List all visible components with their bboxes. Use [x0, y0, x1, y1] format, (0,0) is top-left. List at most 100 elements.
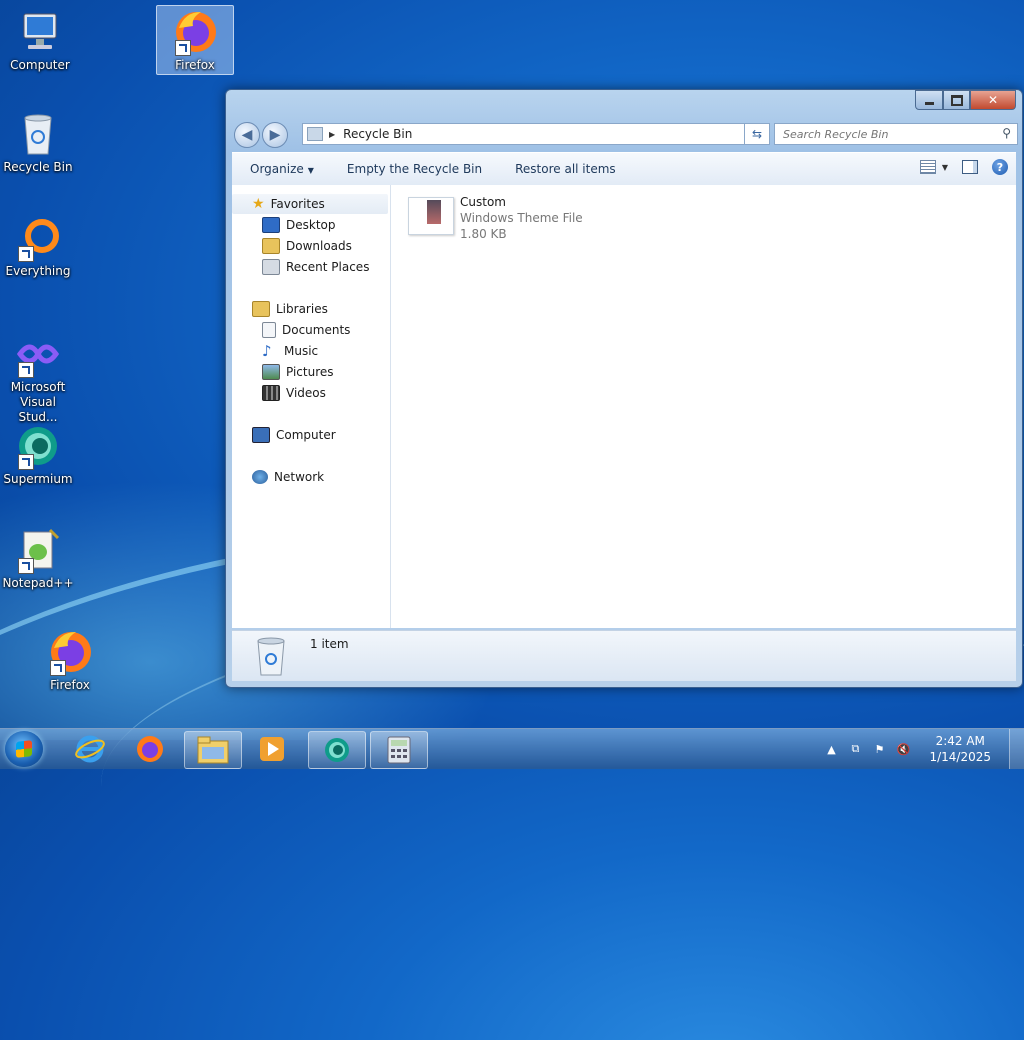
help-button[interactable]: ?	[992, 159, 1008, 175]
item-count: 1 item	[310, 637, 349, 651]
firefox-icon	[137, 736, 163, 762]
desktop-icon-label: Firefox	[175, 58, 215, 72]
desktop-icon-firefox-bottom[interactable]: Firefox	[32, 628, 108, 693]
search-input[interactable]	[781, 126, 995, 142]
recycle-bin-small-icon	[307, 127, 323, 141]
shortcut-arrow-icon	[18, 454, 34, 470]
desktop-icon-supermium[interactable]: Supermium	[0, 422, 76, 487]
taskbar-calculator[interactable]	[370, 731, 428, 769]
libraries-icon	[252, 301, 270, 317]
computer-icon	[16, 8, 64, 56]
music-icon: ♪	[262, 342, 272, 360]
firefox-icon	[46, 628, 94, 676]
supermium-icon	[325, 738, 349, 762]
organize-label: Organize	[250, 162, 304, 176]
notepadpp-icon	[14, 526, 62, 574]
explorer-window[interactable]: ✕ ◀ ▶ ▶ Recycle Bin ▼ ⇆ ⚲ Organize▼ Empt…	[225, 89, 1023, 688]
desktop-icon-everything[interactable]: Everything	[0, 214, 76, 279]
desktop-icon-label: Everything	[5, 264, 71, 278]
network-icon	[252, 470, 268, 484]
nav-recent-places-label: Recent Places	[286, 260, 370, 274]
desktop-icon-firefox-top[interactable]: Firefox	[156, 5, 234, 75]
close-button[interactable]: ✕	[970, 90, 1016, 110]
file-size: 1.80 KB	[460, 227, 507, 241]
search-icon[interactable]: ⚲	[1002, 126, 1011, 140]
desktop-icon-label: Supermium	[3, 472, 73, 486]
taskbar-explorer[interactable]	[184, 731, 242, 769]
nav-pictures-label: Pictures	[286, 365, 334, 379]
taskbar-supermium[interactable]	[308, 731, 366, 769]
nav-downloads[interactable]: Downloads	[262, 236, 352, 256]
firefox-icon	[171, 8, 219, 56]
nav-network-label: Network	[274, 470, 325, 484]
nav-documents[interactable]: Documents	[262, 320, 350, 340]
desktop-icon-visual-studio[interactable]: Microsoft Visual Stud...	[0, 330, 76, 425]
nav-computer[interactable]: Computer	[252, 425, 336, 445]
nav-pictures[interactable]: Pictures	[262, 362, 334, 382]
close-icon: ✕	[987, 93, 999, 107]
shortcut-arrow-icon	[175, 40, 191, 56]
taskbar: ▲ ⧉ ⚑ 🔇 2:42 AM 1/14/2025	[0, 728, 1024, 769]
nav-libraries[interactable]: Libraries	[252, 299, 328, 319]
desktop-folder-icon	[262, 217, 280, 233]
nav-music[interactable]: ♪ Music	[262, 341, 318, 361]
taskbar-internet-explorer[interactable]	[62, 731, 118, 767]
taskbar-firefox[interactable]	[122, 731, 178, 767]
breadcrumb-recycle-bin[interactable]: Recycle Bin	[343, 127, 412, 141]
chevron-down-icon: ▼	[307, 166, 314, 175]
start-button[interactable]	[5, 731, 43, 767]
star-icon: ★	[252, 196, 265, 212]
recent-places-icon	[262, 259, 280, 275]
folder-icon	[197, 736, 229, 764]
show-hidden-icons-icon[interactable]: ▲	[824, 742, 838, 756]
back-button[interactable]: ◀	[234, 122, 260, 148]
maximize-icon	[950, 94, 963, 106]
file-name: Custom	[460, 195, 506, 209]
nav-favorites[interactable]: ★ Favorites	[232, 194, 388, 214]
nav-network[interactable]: Network	[252, 467, 324, 487]
search-box[interactable]: ⚲	[774, 123, 1018, 145]
shortcut-arrow-icon	[18, 246, 34, 262]
nav-desktop[interactable]: Desktop	[262, 215, 336, 235]
desktop-icon-label: Recycle Bin	[3, 160, 73, 174]
maximize-button[interactable]	[943, 90, 970, 110]
pictures-icon	[262, 364, 280, 380]
calculator-icon	[387, 736, 411, 764]
computer-small-icon	[252, 427, 270, 443]
details-pane: 1 item	[232, 630, 1016, 681]
nav-documents-label: Documents	[282, 323, 351, 337]
minimize-button[interactable]	[915, 90, 943, 110]
show-desktop-button[interactable]	[1009, 729, 1024, 769]
organize-button[interactable]: Organize ▼	[232, 162, 329, 176]
restore-all-items-button[interactable]: Restore all items	[497, 162, 631, 176]
nav-desktop-label: Desktop	[286, 218, 336, 232]
media-player-icon	[260, 737, 284, 761]
breadcrumb-separator-icon[interactable]: ▶	[329, 130, 335, 139]
desktop-icon-notepadpp[interactable]: Notepad++	[0, 526, 76, 591]
window-controls: ✕	[915, 90, 1016, 110]
network-tray-icon[interactable]: ⧉	[848, 742, 862, 756]
shortcut-arrow-icon	[18, 362, 34, 378]
nav-libraries-label: Libraries	[276, 302, 328, 316]
refresh-icon: ⇆	[751, 127, 763, 141]
desktop-icon-label: Microsoft Visual Stud...	[10, 380, 66, 424]
nav-recent-places[interactable]: Recent Places	[262, 257, 369, 277]
forward-button[interactable]: ▶	[262, 122, 288, 148]
volume-muted-icon[interactable]: 🔇	[896, 742, 911, 756]
taskbar-media-player[interactable]	[244, 731, 300, 767]
forward-arrow-icon: ▶	[269, 127, 281, 143]
nav-videos-label: Videos	[286, 386, 326, 400]
desktop-icon-computer[interactable]: Computer	[2, 8, 78, 73]
nav-videos[interactable]: Videos	[262, 383, 326, 403]
preview-pane-button[interactable]	[962, 160, 978, 174]
address-bar[interactable]: ▶ Recycle Bin ▼	[302, 123, 768, 145]
empty-recycle-bin-button[interactable]: Empty the Recycle Bin	[329, 162, 497, 176]
action-center-flag-icon[interactable]: ⚑	[872, 742, 886, 756]
view-icon	[919, 160, 936, 174]
clock[interactable]: 2:42 AM 1/14/2025	[929, 733, 991, 765]
desktop-icon-recycle-bin[interactable]: Recycle Bin	[0, 110, 76, 175]
nav-music-label: Music	[284, 344, 319, 358]
change-view-button[interactable]: ▼	[919, 160, 948, 174]
shortcut-arrow-icon	[18, 558, 34, 574]
refresh-button[interactable]: ⇆	[744, 123, 770, 145]
